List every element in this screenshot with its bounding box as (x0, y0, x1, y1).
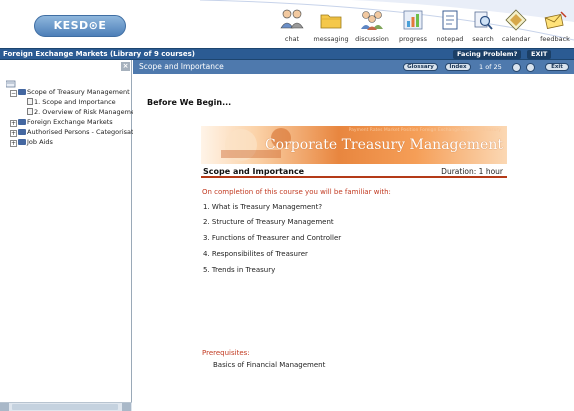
expand-icon[interactable]: + (10, 120, 17, 127)
scroll-left-icon[interactable] (0, 403, 9, 411)
scroll-right-icon[interactable] (122, 403, 131, 411)
lesson-title: Scope and Importance (139, 62, 224, 71)
scroll-thumb[interactable] (12, 404, 118, 410)
calendar-button[interactable]: calendar (496, 8, 536, 48)
close-tree-button[interactable]: × (121, 62, 130, 71)
expand-icon[interactable]: + (10, 140, 17, 147)
folder-icon (320, 14, 342, 29)
tree-item-risk-management[interactable]: 2. Overview of Risk Management (27, 108, 142, 117)
progress-icon (403, 10, 423, 30)
progress-label: progress (398, 35, 428, 43)
objective-item: 4. Responsibilites of Treasurer (203, 250, 308, 258)
glossary-button[interactable]: Glossary (403, 63, 438, 71)
progress-button[interactable]: progress (393, 8, 433, 48)
page-icon (27, 98, 33, 105)
chat-people-icon (280, 9, 304, 29)
course-info-row: Scope and Importance Duration: 1 hour (201, 164, 507, 178)
tree-item-label: Foreign Exchange Markets (27, 118, 113, 126)
tree-item-label: Scope of Treasury Management (27, 88, 130, 96)
lesson-content: Scope and Importance Glossary Index 1 of… (133, 60, 574, 411)
tree-item-label: 1. Scope and Importance (34, 98, 116, 106)
exit-course-button[interactable]: EXIT (527, 50, 552, 59)
objective-item: 5. Trends in Treasury (203, 266, 276, 274)
tree-item-label: Authorised Persons - Categorisation (27, 128, 144, 136)
page-icon (27, 108, 33, 115)
book-icon (18, 119, 26, 125)
search-icon (474, 11, 493, 30)
chat-button[interactable]: chat (272, 8, 312, 48)
library-icon (6, 80, 16, 88)
feedback-envelope-icon (544, 11, 567, 30)
feedback-label: feedback (540, 35, 570, 43)
objective-item: 2. Structure of Treasury Management (203, 218, 334, 226)
prerequisite-item: Basics of Financial Management (213, 361, 326, 369)
app-window: KESD⊙E chat messaging discussion progres… (0, 0, 574, 411)
tree-horizontal-scrollbar[interactable] (0, 402, 132, 411)
book-icon (18, 89, 26, 95)
chat-label: chat (284, 35, 300, 43)
tree-item-scope-and-importance[interactable]: 1. Scope and Importance (27, 98, 116, 107)
prerequisites-label: Prerequisites: (202, 349, 250, 357)
tree-item-foreign-exchange[interactable]: + Foreign Exchange Markets (10, 118, 113, 127)
facing-problem-button[interactable]: Facing Problem? (453, 50, 522, 59)
discussion-button[interactable]: discussion (352, 8, 392, 48)
calendar-icon (505, 9, 527, 31)
previous-page-icon[interactable] (512, 63, 521, 72)
discussion-label: discussion (355, 35, 389, 43)
banner-subtitle: Payment Rates Market Position Foreign Ex… (348, 128, 501, 133)
feedback-button[interactable]: feedback (535, 8, 574, 48)
tree-item-authorised-persons[interactable]: + Authorised Persons - Categorisation (10, 128, 143, 137)
tree-item-label: 2. Overview of Risk Management (34, 108, 142, 116)
page-counter: 1 of 25 (479, 63, 502, 71)
objective-item: 3. Functions of Treasurer and Controller (203, 234, 342, 242)
objective-item: 1. What is Treasury Management? (203, 203, 323, 211)
next-page-icon[interactable] (526, 63, 535, 72)
tree-item-label: Job Aids (27, 138, 53, 146)
course-info-title: Scope and Importance (203, 167, 305, 176)
notepad-icon (442, 10, 458, 30)
lesson-toolbar: Scope and Importance Glossary Index 1 of… (133, 60, 574, 74)
course-tree-pane: × − Scope of Treasury Management 1. Scope… (0, 60, 143, 411)
course-banner: Payment Rates Market Position Foreign Ex… (201, 126, 507, 164)
expand-icon[interactable]: + (10, 130, 17, 137)
course-title-bar: Foreign Exchange Markets (Library of 9 c… (0, 48, 574, 60)
tree-item-job-aids[interactable]: + Job Aids (10, 138, 53, 147)
messaging-label: messaging (313, 35, 349, 43)
duration-label: Duration: 1 hour (441, 167, 503, 176)
exit-lesson-button[interactable]: Exit (545, 63, 569, 71)
course-title: Foreign Exchange Markets (Library of 9 c… (3, 50, 195, 58)
page-heading: Before We Begin... (147, 98, 232, 107)
objectives-intro: On completion of this course you will be… (202, 188, 391, 196)
messaging-button[interactable]: messaging (311, 8, 351, 48)
index-button[interactable]: Index (445, 63, 471, 71)
banner-title: Corporate Treasury Management (264, 137, 503, 153)
book-icon (18, 129, 26, 135)
calendar-label: calendar (501, 35, 531, 43)
book-icon (18, 139, 26, 145)
tree-item-scope-of-treasury[interactable]: − Scope of Treasury Management (10, 88, 130, 97)
discussion-icon (361, 11, 383, 30)
kesdee-logo: KESD⊙E (34, 15, 126, 37)
top-header: KESD⊙E chat messaging discussion progres… (0, 0, 574, 48)
collapse-icon[interactable]: − (10, 90, 17, 97)
